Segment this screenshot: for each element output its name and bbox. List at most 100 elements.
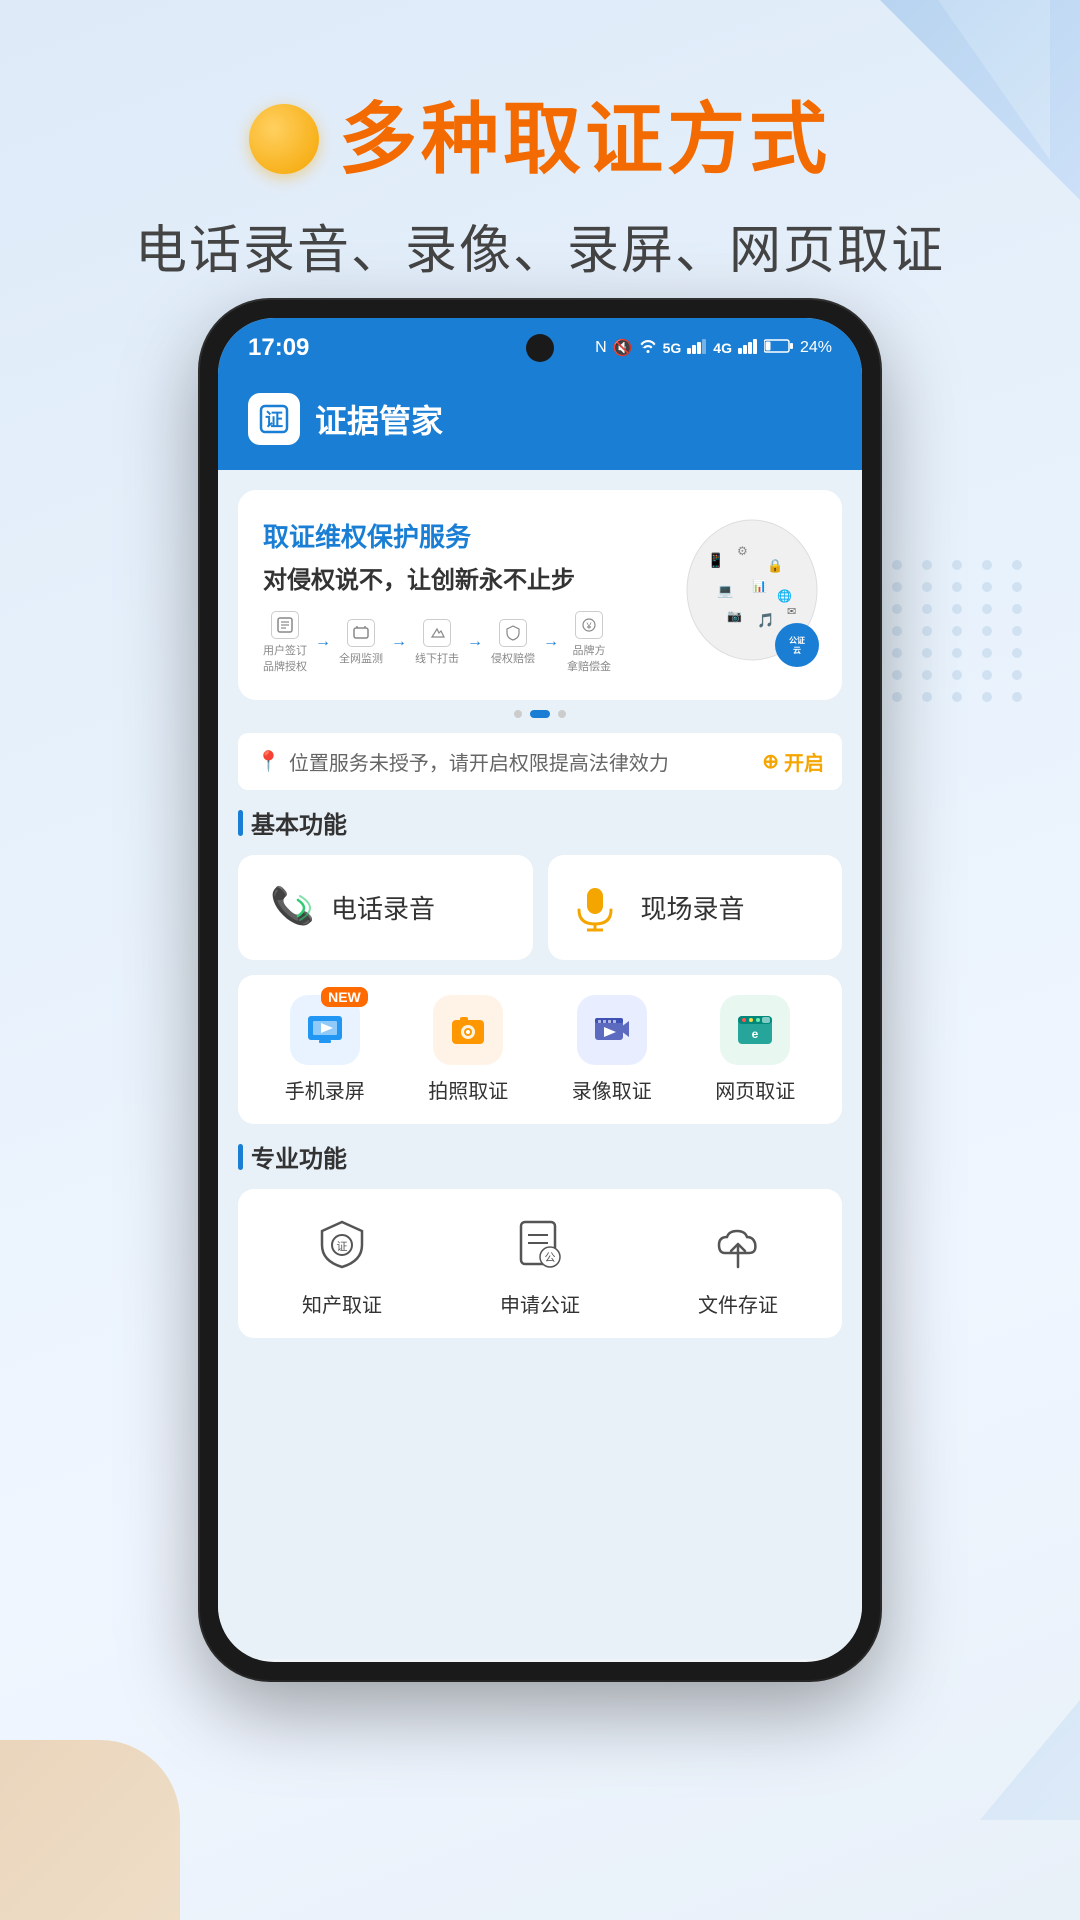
feature-grid: NEW 手机录屏	[238, 975, 842, 1124]
wifi-icon	[639, 338, 657, 359]
video-evidence-label: 录像取证	[572, 1075, 652, 1104]
file-storage-label: 文件存证	[698, 1289, 778, 1318]
banner-dot-2	[530, 710, 550, 718]
phone-record-card[interactable]: 📞 电话录音	[238, 855, 533, 960]
pro-section-title: 专业功能	[238, 1139, 842, 1174]
svg-text:¥: ¥	[585, 621, 592, 631]
svg-text:🎵: 🎵	[757, 612, 774, 628]
banner-arrow-2: →	[391, 633, 407, 651]
location-message: 位置服务未授予，请开启权限提高法律效力	[289, 747, 669, 776]
signal-bars	[687, 338, 707, 359]
bg-decoration-dots	[892, 560, 1030, 702]
photo-evidence-label: 拍照取证	[428, 1075, 508, 1104]
pro-grid: 证 知产取证	[238, 1189, 842, 1338]
location-bar[interactable]: 📍 位置服务未授予，请开启权限提高法律效力 ⊕ 开启	[238, 733, 842, 790]
status-icons: N 🔇 5G	[595, 338, 832, 359]
live-record-icon	[568, 880, 623, 935]
banner-step-2: 全网监测	[339, 619, 383, 666]
banner-arrow-1: →	[315, 633, 331, 651]
live-record-label: 现场录音	[641, 889, 745, 926]
camera-notch	[526, 334, 554, 362]
location-enable-button[interactable]: ⊕ 开启	[762, 747, 824, 776]
nfc-icon: N	[595, 339, 607, 357]
pro-functions-section: 专业功能 证 知产取证	[218, 1139, 862, 1353]
web-evidence-item[interactable]: e 网页取证	[689, 995, 823, 1104]
svg-text:📷: 📷	[727, 609, 742, 623]
web-evidence-icon: e	[720, 995, 790, 1065]
svg-text:证: 证	[265, 410, 283, 430]
signal-5g: 5G	[663, 340, 682, 356]
basic-section-title: 基本功能	[238, 805, 842, 840]
phone-screen: 17:09 N 🔇 5G	[218, 318, 862, 1662]
svg-text:e: e	[752, 1027, 759, 1041]
main-title: 多种取证方式	[339, 100, 831, 178]
title-row: 多种取证方式	[0, 100, 1080, 178]
location-icon: 📍	[256, 749, 281, 774]
bg-decoration-bottom-right	[980, 1700, 1080, 1820]
video-evidence-item[interactable]: 录像取证	[545, 995, 679, 1104]
file-storage-item[interactable]: 文件存证	[644, 1209, 832, 1318]
brain-illustration: 📱 ⚙ 🔒 💻 📊 🌐 📷 🎵 ✉	[677, 515, 827, 675]
location-text: 📍 位置服务未授予，请开启权限提高法律效力	[256, 747, 669, 776]
phone-mockup: 17:09 N 🔇 5G	[200, 300, 880, 1680]
svg-text:🌐: 🌐	[777, 589, 792, 603]
banner-step-icon-2	[347, 619, 375, 647]
web-evidence-label: 网页取证	[715, 1075, 795, 1104]
notarize-item[interactable]: 公 申请公证	[446, 1209, 634, 1318]
basic-cards-row: 📞 电话录音	[238, 855, 842, 960]
photo-evidence-item[interactable]: 拍照取证	[402, 995, 536, 1104]
svg-text:📱: 📱	[707, 552, 724, 569]
location-btn-label: 开启	[784, 747, 824, 776]
video-evidence-icon	[577, 995, 647, 1065]
svg-text:✉: ✉	[787, 606, 796, 618]
signal-bars2	[738, 338, 758, 359]
signal-4g: 4G	[713, 340, 732, 356]
svg-text:公证: 公证	[789, 635, 805, 645]
banner-step-4: 侵权赔偿	[491, 619, 535, 666]
live-record-card[interactable]: 现场录音	[548, 855, 843, 960]
app-name-label: 证据管家	[315, 396, 443, 442]
status-time: 17:09	[248, 334, 309, 362]
status-bar: 17:09 N 🔇 5G	[218, 318, 862, 378]
banner-title1: 取证维权保护服务	[263, 517, 637, 554]
ip-evidence-icon: 证	[307, 1209, 377, 1279]
basic-functions-section: 基本功能 📞	[218, 805, 862, 1139]
svg-text:证: 证	[336, 1240, 347, 1253]
top-content-area: 多种取证方式 电话录音、录像、录屏、网页取证	[0, 0, 1080, 283]
banner-title2: 对侵权说不，让创新永不止步	[263, 560, 637, 595]
location-btn-icon: ⊕	[762, 749, 779, 774]
gold-circle-icon	[249, 104, 319, 174]
banner-step-icon-5: ¥	[575, 611, 603, 639]
banner-arrow-4: →	[543, 633, 559, 651]
banner-wrapper: 取证维权保护服务 对侵权说不，让创新永不止步 用户签订品牌授权 →	[218, 470, 862, 733]
banner-right: 📱 ⚙ 🔒 💻 📊 🌐 📷 🎵 ✉	[662, 505, 842, 685]
screen-record-item[interactable]: NEW 手机录屏	[258, 995, 392, 1104]
ip-evidence-item[interactable]: 证 知产取证	[248, 1209, 436, 1318]
banner-steps: 用户签订品牌授权 → 全网监测 →	[263, 611, 637, 674]
svg-text:公: 公	[544, 1252, 555, 1264]
banner-arrow-3: →	[467, 633, 483, 651]
subtitle: 电话录音、录像、录屏、网页取证	[0, 208, 1080, 283]
banner-step-icon-1	[271, 611, 299, 639]
battery-icon	[764, 338, 794, 359]
phone-record-icon: 📞	[258, 880, 313, 935]
banner-card[interactable]: 取证维权保护服务 对侵权说不，让创新永不止步 用户签订品牌授权 →	[238, 490, 842, 700]
svg-text:🔒: 🔒	[767, 558, 783, 573]
banner-step-3: 线下打击	[415, 619, 459, 666]
phone-record-label: 电话录音	[331, 889, 435, 926]
svg-text:📊: 📊	[752, 579, 767, 593]
bg-decoration-bottom-left	[0, 1740, 180, 1920]
scroll-content[interactable]: 取证维权保护服务 对侵权说不，让创新永不止步 用户签订品牌授权 →	[218, 470, 862, 1659]
banner-step-5: ¥ 品牌方拿赔偿金	[567, 611, 611, 674]
banner-step-icon-3	[423, 619, 451, 647]
battery-percent: 24%	[800, 339, 832, 357]
file-storage-icon	[703, 1209, 773, 1279]
banner-left: 取证维权保护服务 对侵权说不，让创新永不止步 用户签订品牌授权 →	[238, 497, 662, 694]
banner-dot-3	[558, 710, 566, 718]
ip-evidence-label: 知产取证	[302, 1289, 382, 1318]
svg-text:📞: 📞	[270, 883, 312, 926]
notarize-label: 申请公证	[500, 1289, 580, 1318]
app-logo: 证	[248, 393, 300, 445]
svg-text:💻: 💻	[717, 583, 733, 598]
screen-record-label: 手机录屏	[285, 1075, 365, 1104]
